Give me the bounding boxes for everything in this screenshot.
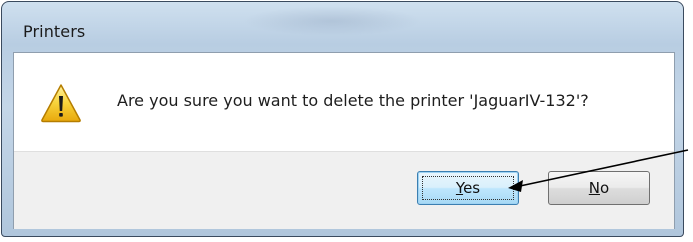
title-bar[interactable]: Printers	[2, 2, 683, 52]
yes-label-rest: es	[463, 179, 481, 197]
message-area: Are you sure you want to delete the prin…	[14, 53, 674, 151]
yes-button[interactable]: Yes	[417, 171, 519, 205]
confirmation-message: Are you sure you want to delete the prin…	[117, 91, 589, 110]
no-label-rest: o	[600, 179, 610, 197]
dialog-title: Printers	[23, 22, 86, 41]
button-bar: Yes No	[14, 151, 674, 229]
warning-icon	[41, 84, 81, 123]
yes-button-label: Yes	[456, 172, 480, 204]
dialog-window: Printers Are you sure you want to delete…	[1, 1, 684, 237]
dialog-body: Are you sure you want to delete the prin…	[13, 52, 675, 229]
no-button-label: No	[589, 172, 609, 204]
yes-mnemonic: Y	[455, 179, 464, 197]
no-mnemonic: N	[588, 179, 601, 197]
no-button[interactable]: No	[548, 171, 650, 205]
